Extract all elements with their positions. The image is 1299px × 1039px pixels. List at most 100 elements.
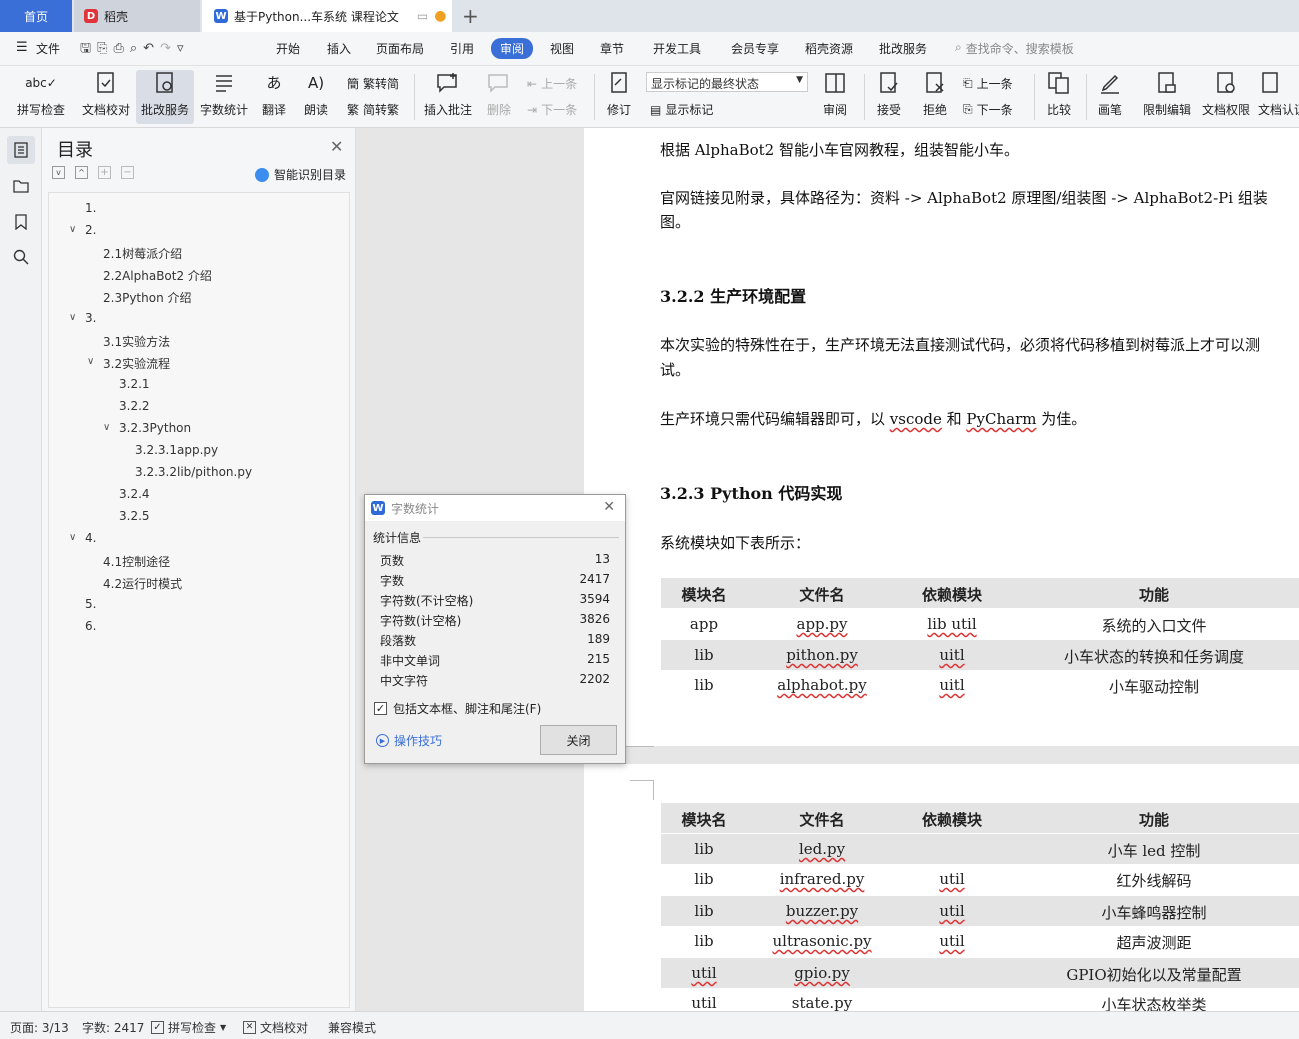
toc-item[interactable]: 4. [85,531,96,545]
menu-correct-service[interactable]: 批改服务 [879,40,927,57]
read-aloud-button[interactable]: A) 朗读 [298,70,334,124]
command-search[interactable]: ⌕ 查找命令、搜索模板 [955,40,1074,57]
tab-daoke[interactable]: D 稻壳 [74,0,200,32]
outline-icon[interactable] [13,178,29,197]
menu-view[interactable]: 视图 [550,40,574,57]
toc-item[interactable]: 4.1控制途径 [103,553,170,570]
trad-to-simp-button[interactable]: 簡繁转简 [347,75,399,92]
find-icon[interactable] [13,249,29,268]
toc-item[interactable]: 3.2.3Python [119,421,191,435]
collapse-chevron-icon[interactable]: ∨ [87,356,94,367]
next-comment-button[interactable]: ⇥ 下一条 [527,101,577,118]
spell-check-status[interactable]: ✓ 拼写检查 ▼ [151,1019,226,1036]
review-pane-button[interactable]: 审阅 [816,70,854,124]
insert-comment-button[interactable]: 插入批注 [422,70,474,124]
toc-item[interactable]: 2. [85,223,96,237]
accept-button[interactable]: 接受 [870,70,908,124]
reject-button[interactable]: 拒绝 [916,70,954,124]
toc-item[interactable]: 3.2.3.2lib/pithon.py [135,465,252,479]
trad-to-simp-icon: 簡 [347,77,360,91]
expand-up-icon[interactable]: ^ [75,166,88,179]
pen-button[interactable]: 画笔 [1092,70,1128,124]
menu-member[interactable]: 会员专享 [731,40,779,57]
toc-item[interactable]: 4.2运行时模式 [103,575,182,592]
save-icon[interactable]: 🖫 [80,41,97,56]
stat-label: 段落数 [380,634,417,648]
print-preview-icon[interactable]: ⌕ [130,41,143,56]
menu-reference[interactable]: 引用 [450,40,474,57]
collapse-all-icon[interactable]: v [52,166,65,179]
tab-document[interactable]: W 基于Python...车系统 课程论文 ▭ ● [202,0,452,32]
hamburger-icon[interactable]: ☰ [16,40,28,55]
toc-item[interactable]: 3.2.2 [119,399,150,413]
close-button[interactable]: 关闭 [540,725,617,755]
menu-review[interactable]: 审阅 [491,38,534,59]
tab-home[interactable]: 首页 [0,0,72,32]
add-level-icon[interactable]: + [98,166,111,179]
compare-button[interactable]: 比较 [1040,70,1078,124]
misspelled-word[interactable]: PyCharm [966,410,1036,428]
toc-panel-icon[interactable] [7,136,35,164]
bookmark-icon[interactable] [14,214,28,233]
menu-developer[interactable]: 开发工具 [653,40,701,57]
collapse-chevron-icon[interactable]: ∨ [69,224,76,235]
restrict-edit-button[interactable]: 限制编辑 [1140,70,1194,124]
tips-link[interactable]: ▶ 操作技巧 [376,732,442,749]
collapse-chevron-icon[interactable]: ∨ [103,422,110,433]
export-pdf-icon[interactable]: ⎘ [97,41,113,56]
undo-icon[interactable]: ↶ [143,41,160,56]
prev-change-button[interactable]: ⎗ 上一条 [963,75,1013,92]
toc-item[interactable]: 3.2实验流程 [103,355,170,372]
close-dialog-icon[interactable]: ✕ [603,499,615,515]
doc-auth-button[interactable]: 文档认证 [1258,70,1299,124]
toc-item[interactable]: 2.3Python 介绍 [103,289,192,306]
toc-item[interactable]: 3.2.4 [119,487,150,501]
prev-comment-label: 上一条 [541,77,578,91]
prev-comment-button[interactable]: ⇤ 上一条 [527,75,577,92]
toc-item[interactable]: 1. [85,201,96,215]
word-count-indicator[interactable]: 字数: 2417 [82,1019,144,1036]
word-count-button[interactable]: 字数统计 [198,70,250,124]
menu-page-layout[interactable]: 页面布局 [376,40,424,57]
toc-item[interactable]: 3.1实验方法 [103,333,170,350]
toc-item[interactable]: 2.2AlphaBot2 介绍 [103,267,212,284]
page-indicator[interactable]: 页面: 3/13 [10,1019,69,1036]
show-marks-button[interactable]: ▤ 显示标记 [650,101,713,118]
menu-insert[interactable]: 插入 [327,40,351,57]
toc-item[interactable]: 5. [85,597,96,611]
toc-item[interactable]: 3. [85,311,96,325]
translate-button[interactable]: あ 翻译 [256,70,292,124]
remove-level-icon[interactable]: − [121,166,134,179]
doc-proof-status[interactable]: ✕ 文档校对 [243,1019,308,1036]
close-button-label: 关闭 [566,733,591,748]
next-change-button[interactable]: ⎘ 下一条 [963,101,1013,118]
include-textbox-checkbox[interactable]: ✓ 包括文本框、脚注和尾注(F) [374,700,541,717]
toc-item[interactable]: 2.1树莓派介绍 [103,245,182,262]
simp-to-trad-button[interactable]: 繁简转繁 [347,101,399,118]
smart-toc-button[interactable]: 智能识别目录 [255,166,346,183]
display-state-select[interactable]: 显示标记的最终状态 ▼ [646,72,808,92]
table-cell: GPIO初始化以及常量配置 [1066,966,1242,984]
correct-service-button[interactable]: 批改服务 [136,70,194,124]
toc-item[interactable]: 3.2.3.1app.py [135,443,218,457]
misspelled-word[interactable]: vscode [890,410,942,428]
toc-item[interactable]: 6. [85,619,96,633]
spell-check-button[interactable]: abc✓ 拼写检查 [10,70,72,124]
doc-proof-button[interactable]: 文档校对 [80,70,132,124]
redo-icon[interactable]: ↷ [160,41,177,56]
file-menu[interactable]: 文件 [36,40,60,57]
toc-item[interactable]: 3.2.1 [119,377,150,391]
customize-icon[interactable]: ▿ [177,41,190,56]
menu-start[interactable]: 开始 [276,40,300,57]
revise-button[interactable]: 修订 [600,70,638,124]
collapse-chevron-icon[interactable]: ∨ [69,532,76,543]
doc-permission-button[interactable]: 文档权限 [1199,70,1253,124]
new-tab-button[interactable]: + [462,4,479,28]
close-toc-icon[interactable]: ✕ [330,137,343,156]
menu-daoke-resources[interactable]: 稻壳资源 [805,40,853,57]
toc-item[interactable]: 3.2.5 [119,509,150,523]
collapse-chevron-icon[interactable]: ∨ [69,312,76,323]
menu-chapter[interactable]: 章节 [600,40,624,57]
delete-comment-button[interactable]: 删除 [480,70,518,124]
print-icon[interactable]: ⎙ [113,41,129,56]
